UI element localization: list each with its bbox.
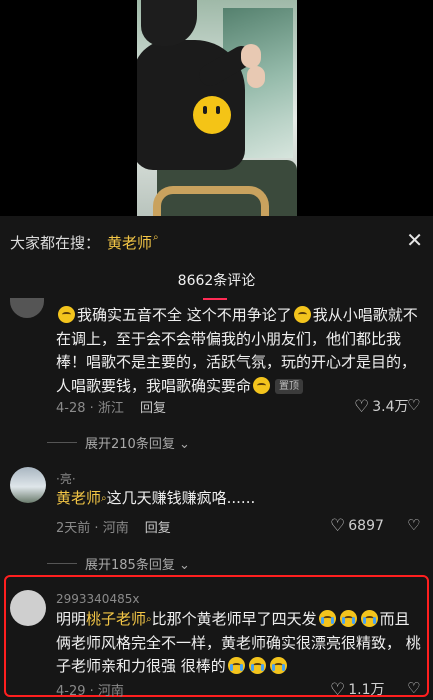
- dislike-icon[interactable]: ♡: [407, 516, 420, 534]
- mention-link[interactable]: 黄老师: [56, 489, 101, 507]
- comment-meta: 4-29 · 河南: [56, 684, 124, 699]
- video-frame: [137, 0, 297, 216]
- expand-replies-button[interactable]: 展开210条回复 ⌄: [47, 433, 190, 452]
- crying-emoji-icon: [227, 657, 245, 674]
- avatar[interactable]: [10, 467, 46, 503]
- dislike-icon[interactable]: ♡: [407, 679, 420, 697]
- crying-emoji-icon: [339, 610, 357, 627]
- comment-text: 我确实五音不全 这个不用争论了 我从小唱歌就不在调上，至于会不会带偏我的小朋友们，…: [56, 306, 418, 395]
- emoji-icon: [58, 306, 75, 323]
- comment-meta: 4-28 · 浙江 回复: [56, 401, 166, 416]
- comment-count-title: 8662条评论: [177, 273, 256, 289]
- heart-icon: ♡: [354, 397, 370, 417]
- expand-replies-button[interactable]: 展开185条回复 ⌄: [47, 554, 190, 573]
- comment-meta: 2天前 · 河南 回复: [56, 521, 171, 536]
- pinned-badge: 置顶: [275, 378, 304, 394]
- like-button[interactable]: ♡ 1.1万: [330, 679, 385, 700]
- comment-text: 明明桃子老师⌕比那个黄老师早了四天发 而且俩老师风格完全不一样，黄老师确实很漂亮很…: [56, 610, 421, 675]
- emoji-icon: [253, 376, 271, 394]
- heart-icon: ♡: [330, 680, 346, 700]
- crying-emoji-icon: [360, 610, 378, 627]
- reply-button[interactable]: 回复: [145, 521, 171, 536]
- comment-username[interactable]: ·亮·: [56, 470, 76, 487]
- reply-button[interactable]: 回复: [140, 401, 166, 416]
- title-underline: [203, 298, 227, 300]
- search-suggestion-prefix: 大家都在搜：: [10, 234, 101, 252]
- video-player[interactable]: [0, 0, 433, 216]
- close-icon[interactable]: ✕: [406, 228, 423, 252]
- emoji-icon: [293, 306, 311, 323]
- avatar[interactable]: [10, 590, 46, 626]
- search-suggestion-bar[interactable]: 大家都在搜： 黄老师⌕ ✕: [0, 226, 433, 258]
- comment-username[interactable]: 2993340485x: [56, 592, 139, 606]
- like-button[interactable]: ♡ 3.4万: [354, 396, 409, 417]
- mention-link[interactable]: 桃子老师: [86, 610, 146, 628]
- crying-emoji-icon: [318, 610, 336, 627]
- like-button[interactable]: ♡ 6897: [330, 516, 384, 536]
- search-suggestion-term[interactable]: 黄老师⌕: [107, 232, 159, 253]
- avatar[interactable]: [10, 298, 44, 318]
- crying-emoji-icon: [269, 657, 287, 674]
- crying-emoji-icon: [248, 657, 266, 674]
- heart-icon: ♡: [330, 516, 346, 536]
- dislike-icon[interactable]: ♡: [407, 396, 420, 414]
- search-icon: ⌕: [153, 232, 159, 243]
- comment-text: 黄老师⌕这几天赚钱赚疯咯......: [56, 489, 256, 507]
